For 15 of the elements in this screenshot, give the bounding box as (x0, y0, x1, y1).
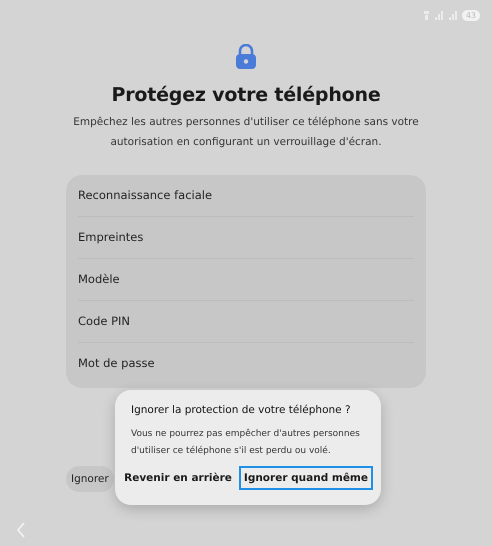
lock-option[interactable]: Reconnaissance faciale (66, 175, 426, 216)
back-icon[interactable] (16, 522, 26, 538)
lock-icon (235, 44, 257, 70)
page-description: Empêchez les autres personnes d'utiliser ce téléphone sans votre autorisation en configurant un verrouillage d'écran. (72, 115, 420, 150)
signal-icon (424, 10, 458, 20)
lock-option[interactable]: Empreintes (66, 217, 426, 258)
lock-option[interactable]: Modèle (66, 259, 426, 300)
lock-option[interactable]: Mot de passe (66, 343, 426, 384)
lock-option[interactable]: Code PIN (66, 301, 426, 342)
skip-button[interactable]: Ignorer (66, 466, 114, 492)
dialog-button[interactable]: Ignorer quand même (238, 466, 373, 490)
page-title: Protégez votre téléphone (111, 84, 381, 106)
dialog-title: Ignorer la protection de votre téléphone ? (131, 404, 352, 416)
dialog-message: Vous ne pourrez pas empêcher d'autres personnes d'utiliser ce téléphone s'il est perdu ou volé. (131, 428, 361, 458)
dialog-button[interactable]: Revenir en arrière (119, 466, 237, 490)
